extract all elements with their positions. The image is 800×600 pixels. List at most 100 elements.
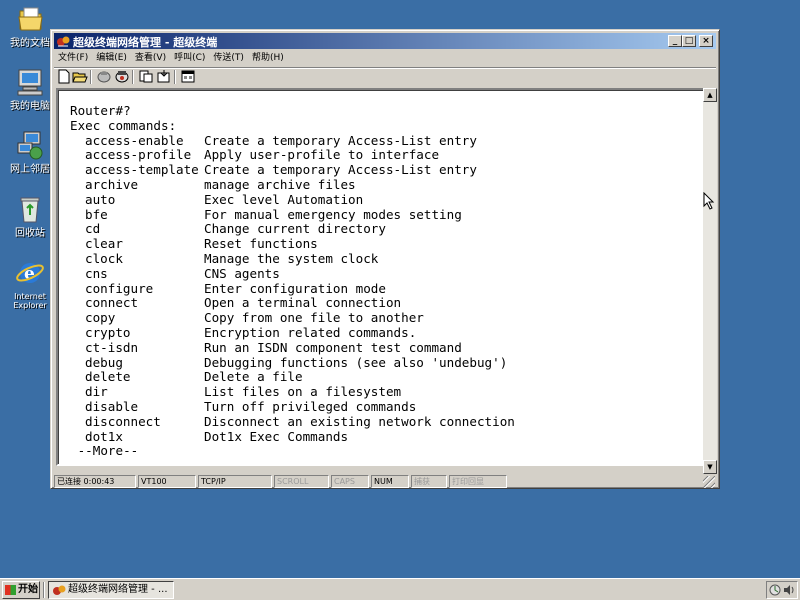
maximize-button[interactable]: □	[682, 35, 696, 47]
menu-bar: 文件(F) 编辑(E) 查看(V) 呼叫(C) 传送(T) 帮助(H)	[54, 50, 716, 66]
command-description: Copy from one file to another	[204, 310, 424, 326]
command-description: Change current directory	[204, 221, 386, 237]
send-icon[interactable]	[138, 69, 154, 84]
toolbar-separator	[132, 70, 134, 84]
menu-view[interactable]: 查看(V)	[131, 50, 170, 66]
terminal-command-line: cns CNS agents	[70, 265, 700, 282]
terminal-command-line: access-profile Apply user-profile to inte…	[70, 147, 700, 163]
start-button[interactable]: 开始	[2, 581, 40, 599]
hyperterminal-app-icon[interactable]	[56, 34, 70, 48]
command-description: manage archive files	[204, 176, 356, 192]
start-label: 开始	[18, 584, 38, 595]
terminal-frame: Router#? Exec commands: access-enable Cre…	[56, 88, 708, 466]
command-name: archive	[85, 176, 139, 192]
tray-update-icon[interactable]	[769, 584, 781, 596]
system-tray	[766, 581, 798, 599]
open-folder-icon[interactable]	[72, 69, 88, 84]
resize-grip[interactable]	[703, 476, 715, 488]
terminal-command-line: crypto Encryption related commands.	[70, 324, 700, 341]
terminal-command-line: clock Manage the system clock	[70, 250, 700, 267]
command-name: delete	[85, 369, 131, 385]
terminal-command-line: access-enable Create a temporary Access-L…	[70, 133, 700, 149]
taskbar-separator	[43, 582, 45, 598]
command-description: Exec level Automation	[204, 191, 364, 207]
close-button[interactable]: ×	[699, 35, 713, 47]
command-name: access-template	[85, 162, 199, 178]
terminal-command-line: delete Delete a file	[70, 369, 700, 385]
menu-transfer[interactable]: 传送(T)	[209, 50, 248, 66]
terminal-command-line: access-template Create a temporary Access…	[70, 162, 700, 178]
terminal-command-line: configure Enter configuration mode	[70, 280, 700, 297]
status-print-echo: 打印回显	[449, 475, 507, 488]
internet-explorer-icon: e	[14, 257, 46, 289]
command-description: Dot1x Exec Commands	[204, 428, 349, 444]
dial-icon[interactable]	[114, 69, 130, 84]
status-caps: CAPS	[331, 475, 369, 488]
command-description: Apply user-profile to interface	[204, 147, 440, 163]
terminal-output: Router#? Exec commands: access-enable Cre…	[70, 103, 700, 459]
terminal-command-line: clear Reset functions	[70, 236, 700, 252]
minimize-button[interactable]: _	[668, 35, 682, 47]
command-name: copy	[85, 310, 116, 326]
tray-volume-icon[interactable]	[783, 584, 795, 596]
terminal-command-line: bfe For manual emergency modes setting	[70, 206, 700, 223]
hyperterminal-window: 超级终端网络管理 - 超级终端 _ □ × 文件(F) 编辑(E) 查看(V) 呼叫(…	[50, 29, 720, 489]
command-description: Reset functions	[204, 236, 318, 252]
terminal-more-prompt: --More--	[70, 443, 139, 459]
receive-icon[interactable]	[156, 69, 172, 84]
my-computer-icon	[14, 66, 46, 98]
terminal-command-line: dir List files on a filesystem	[70, 384, 700, 400]
properties-icon[interactable]	[180, 69, 196, 84]
command-name: configure	[85, 280, 154, 296]
command-description: For manual emergency modes setting	[204, 206, 462, 222]
terminal-command-line: archive manage archive files	[70, 176, 700, 193]
toolbar	[54, 67, 716, 86]
menu-help[interactable]: 帮助(H)	[248, 50, 288, 66]
vertical-scrollbar[interactable]: ▲ ▼	[703, 88, 717, 474]
status-emulation: VT100	[138, 475, 196, 488]
terminal-command-line: dot1x Dot1x Exec Commands	[70, 428, 700, 445]
command-name: ct-isdn	[85, 339, 139, 355]
command-name: bfe	[85, 206, 108, 222]
command-name: cd	[85, 221, 101, 237]
taskbar-button-hyperterminal[interactable]: 超级终端网络管理 - ...	[48, 581, 174, 599]
hyperterminal-app-icon	[52, 584, 66, 597]
toolbar-separator	[174, 70, 176, 84]
taskbar-button-label: 超级终端网络管理 - ...	[68, 584, 168, 595]
new-document-icon[interactable]	[56, 69, 72, 84]
command-name: crypto	[85, 324, 131, 340]
title-bar[interactable]: 超级终端网络管理 - 超级终端 _ □ ×	[54, 33, 716, 49]
status-num: NUM	[371, 475, 409, 488]
command-description: CNS agents	[204, 265, 280, 281]
terminal-command-line: cd Change current directory	[70, 221, 700, 237]
terminal-screen[interactable]: Router#? Exec commands: access-enable Cre…	[58, 90, 706, 464]
command-name: auto	[85, 191, 116, 207]
command-name: dir	[85, 384, 108, 400]
terminal-command-line: debug Debugging functions (see also 'unde…	[70, 354, 700, 371]
status-bar: 已连接 0:00:43 VT100 TCP/IP SCROLL CAPS NUM…	[54, 474, 716, 489]
command-name: disconnect	[85, 413, 161, 429]
command-name: disable	[85, 398, 139, 414]
status-connected-time: 已连接 0:00:43	[54, 475, 136, 488]
scroll-up-button[interactable]: ▲	[703, 88, 717, 102]
menu-call[interactable]: 呼叫(C)	[170, 50, 209, 66]
menu-edit[interactable]: 编辑(E)	[92, 50, 131, 66]
my-documents-icon	[14, 3, 46, 35]
scroll-down-button[interactable]: ▼	[703, 460, 717, 474]
menu-file[interactable]: 文件(F)	[54, 50, 92, 66]
command-description: Debugging functions (see also 'undebug')	[204, 354, 508, 370]
mouse-cursor-icon	[703, 191, 715, 210]
terminal-header-line: Exec commands:	[70, 117, 177, 133]
command-description: Run an ISDN component test command	[204, 339, 462, 355]
taskbar: 开始 超级终端网络管理 - ...	[0, 578, 800, 600]
terminal-command-line: connect Open a terminal connection	[70, 295, 700, 311]
command-description: Encryption related commands.	[204, 324, 417, 340]
command-description: Manage the system clock	[204, 250, 379, 266]
command-description: Turn off privileged commands	[204, 398, 417, 414]
command-description: Enter configuration mode	[204, 280, 386, 296]
network-neighborhood-icon	[14, 129, 46, 161]
command-description: List files on a filesystem	[204, 384, 402, 400]
terminal-command-line: ct-isdn Run an ISDN component test comman…	[70, 339, 700, 356]
windows-logo-icon	[5, 585, 16, 595]
disconnect-icon[interactable]	[96, 69, 112, 84]
